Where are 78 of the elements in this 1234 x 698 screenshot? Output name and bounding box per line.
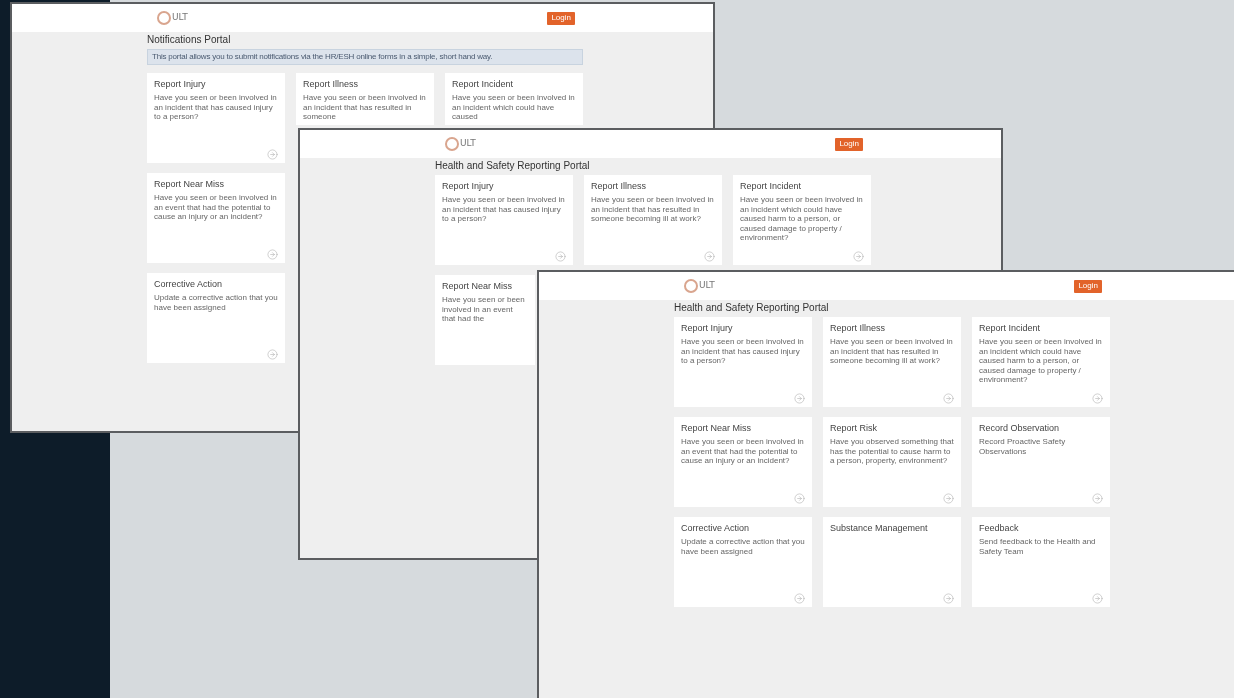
portal-card[interactable]: Report Incident Have you seen or been involved in an incident which could have caused [445,73,583,125]
card-title: Report Near Miss [681,424,753,433]
card-title: Report Illness [591,182,648,191]
card-description: Have you seen or been involved in an incident which could have caused [452,93,576,122]
arrow-circle-icon [943,493,954,504]
card-description: Have you seen or been involved in an event that had the potential to cause an injury or an incident? [154,193,278,222]
card-title: Report Risk [830,424,878,433]
logo-ring-icon [445,137,459,151]
card-description: Have you seen or been involved in an incident that has caused injury to a person? [681,337,805,366]
card-description: Record Proactive Safety Observations [979,437,1067,457]
arrow-circle-icon [267,149,278,160]
card-title: Report Injury [154,80,207,89]
card-title: Report Incident [452,80,515,89]
card-title: Report Illness [303,80,360,89]
portal-card[interactable]: Report Near Miss Have you seen or been involved in an event that had the potential to cause an injury or an incident? [674,417,812,507]
card-description: Have you seen or been involved in an incident that has resulted in someone becoming ill at work? [830,337,954,366]
portal-card[interactable]: Report Injury Have you seen or been involved in an incident that has caused injury to a person? [674,317,812,407]
card-description: Send feedback to the Health and Safety Team [979,537,1097,557]
portal-card[interactable]: Report Near Miss Have you seen or been involved in an event that had the [435,275,535,365]
card-title: Corrective Action [681,524,751,533]
arrow-circle-icon [943,593,954,604]
portal-card[interactable]: Report Injury Have you seen or been involved in an incident that has caused injury to a person? [435,175,573,265]
portal-card[interactable]: Report Risk Have you observed something that has the potential to cause harm to a person, property, environment? [823,417,961,507]
card-title: Report Injury [681,324,734,333]
card-description: Have you seen or been involved in an incident which could have caused harm to a person, or caused damage to property / environment? [740,195,864,243]
card-description: Have you seen or been involved in an incident that has resulted in someone becoming ill at work? [591,195,715,224]
arrow-circle-icon [794,493,805,504]
card-description: Have you seen or been involved in an incident that has caused injury to a person? [154,93,278,122]
card-title: Corrective Action [154,280,224,289]
card-title: Report Near Miss [442,282,514,291]
card-title: Report Near Miss [154,180,226,189]
card-title: Report Incident [740,182,803,191]
logo-text: ULT [699,279,715,293]
card-title: Record Observation [979,424,1061,433]
card-description: Have you observed something that has the potential to cause harm to a person, property, environment? [830,437,954,466]
portal-card[interactable]: Report Illness Have you seen or been involved in an incident that has resulted in someone becoming ill at work? [584,175,722,265]
arrow-circle-icon [794,593,805,604]
portal-card[interactable]: Corrective Action Update a corrective action that you have been assigned [674,517,812,607]
arrow-circle-icon [943,393,954,404]
card-description: Have you seen or been involved in an incident that has caused injury to a person? [442,195,566,224]
portal-card[interactable]: Report Injury Have you seen or been involved in an incident that has caused injury to a person? [147,73,285,163]
card-description: Have you seen or been involved in an incident that has resulted in someone [303,93,427,122]
portal-card[interactable]: Report Illness Have you seen or been involved in an incident that has resulted in someone becoming ill at work? [823,317,961,407]
portal-card[interactable]: Report Incident Have you seen or been involved in an incident which could have caused harm to a person, or caused damage to property / environment? [733,175,871,265]
portal-card[interactable]: Feedback Send feedback to the Health and Safety Team [972,517,1110,607]
portal-card[interactable]: Report Incident Have you seen or been involved in an incident which could have caused harm to a person, or caused damage to property / environment? [972,317,1110,407]
banner-text: This portal allows you to submit notifications via the HR/ESH online forms in a simple, short hand way. [152,51,493,63]
portal-card[interactable]: Report Near Miss Have you seen or been involved in an event that had the potential to cause an injury or an incident? [147,173,285,263]
portal-card[interactable]: Substance Management [823,517,961,607]
arrow-circle-icon [267,249,278,260]
arrow-circle-icon [1092,393,1103,404]
card-title: Report Injury [442,182,495,191]
portal-card[interactable]: Record Observation Record Proactive Safety Observations [972,417,1110,507]
arrow-circle-icon [1092,593,1103,604]
arrow-circle-icon [555,251,566,262]
card-title: Substance Management [830,524,929,533]
card-description: Have you seen or been involved in an incident which could have caused harm to a person, or caused damage to property / environment? [979,337,1103,385]
card-title: Report Incident [979,324,1042,333]
logo-ring-icon [684,279,698,293]
portal-title: Health and Safety Reporting Portal [435,159,591,172]
card-description: Update a corrective action that you have been assigned [681,537,805,557]
portal-title: Health and Safety Reporting Portal [674,301,830,314]
arrow-circle-icon [853,251,864,262]
portal-card[interactable]: Report Illness Have you seen or been involved in an incident that has resulted in someone [296,73,434,125]
logo-ring-icon [157,11,171,25]
logo-text: ULT [460,137,476,151]
card-title: Report Illness [830,324,887,333]
card-description: Have you seen or been involved in an event that had the [442,295,526,324]
logo-text: ULT [172,11,188,25]
arrow-circle-icon [704,251,715,262]
card-description: Update a corrective action that you have been assigned [154,293,278,313]
arrow-circle-icon [267,349,278,360]
arrow-circle-icon [1092,493,1103,504]
portal-card[interactable]: Corrective Action Update a corrective action that you have been assigned [147,273,285,363]
card-title: Feedback [979,524,1020,533]
card-description: Have you seen or been involved in an event that had the potential to cause an injury or an incident? [681,437,805,466]
arrow-circle-icon [794,393,805,404]
portal-title: Notifications Portal [147,33,232,46]
